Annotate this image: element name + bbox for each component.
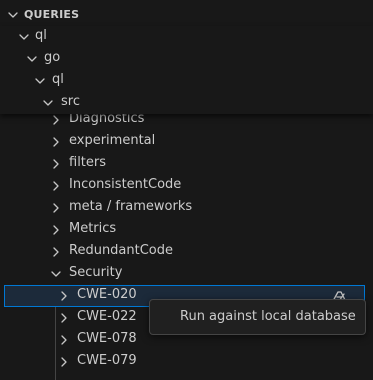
chevron-right-icon (61, 357, 67, 367)
sticky-scroll-header: ql go ql src (0, 26, 373, 114)
chevron-down-icon (43, 100, 53, 106)
tree-item-label: src (61, 94, 80, 109)
chevron-right-icon (61, 335, 67, 345)
tree-item-filters[interactable]: filters (0, 153, 373, 175)
tree-item-label: go (44, 50, 61, 65)
tree-item-ql[interactable]: ql (0, 70, 373, 92)
tree-item-security[interactable]: Security (0, 263, 373, 285)
chevron-right-icon (61, 291, 67, 301)
chevron-down-icon (8, 12, 18, 18)
chevron-down-icon (51, 271, 61, 277)
chevron-right-icon (53, 203, 59, 213)
tree-item-src[interactable]: src (0, 92, 373, 114)
tree-item-label: RedundantCode (69, 243, 174, 258)
tree-item-label: Metrics (69, 221, 117, 236)
tree-item-label: ql (35, 28, 47, 43)
chevron-down-icon (19, 34, 29, 40)
tree-item-experimental[interactable]: experimental (0, 131, 373, 153)
tree-item-metrics[interactable]: Metrics (0, 219, 373, 241)
chevron-right-icon (53, 225, 59, 235)
tree-item-meta-frameworks[interactable]: meta / frameworks (0, 197, 373, 219)
chevron-right-icon (53, 137, 59, 147)
tree-item-label: Security (69, 265, 123, 280)
chevron-right-icon (53, 247, 59, 257)
chevron-down-icon (35, 78, 45, 84)
chevron-right-icon (61, 313, 67, 323)
queries-section-header[interactable]: QUERIES (0, 4, 373, 26)
tree-item-label: CWE-022 (77, 309, 137, 324)
tree-item-go[interactable]: go (0, 48, 373, 70)
tree-item-redundantcode[interactable]: RedundantCode (0, 241, 373, 263)
tree-item-label: meta / frameworks (69, 199, 193, 214)
tree-item-label: experimental (69, 133, 156, 148)
tree-item-label: CWE-078 (77, 331, 137, 346)
tree-item-label: ql (52, 72, 64, 87)
tree-item-label: CWE-020 (77, 287, 137, 302)
chevron-right-icon (53, 159, 59, 169)
chevron-down-icon (27, 56, 37, 62)
chevron-right-icon (53, 181, 59, 191)
tree-item-label: InconsistentCode (69, 177, 182, 192)
tree-item-label: filters (69, 155, 107, 170)
queries-panel: QUERIES ql go ql src Diagnostics experim… (0, 0, 373, 380)
chevron-right-icon (53, 115, 59, 125)
tree-item-label: CWE-079 (77, 353, 137, 368)
tree-item-inconsistentcode[interactable]: InconsistentCode (0, 175, 373, 197)
tree-item-ql-root[interactable]: ql (0, 26, 373, 48)
section-title: QUERIES (24, 8, 80, 21)
tooltip-text: Run against local database (180, 309, 356, 324)
run-query-tooltip: Run against local database (149, 299, 366, 335)
tree-item-cwe-079[interactable]: CWE-079 (0, 351, 373, 373)
